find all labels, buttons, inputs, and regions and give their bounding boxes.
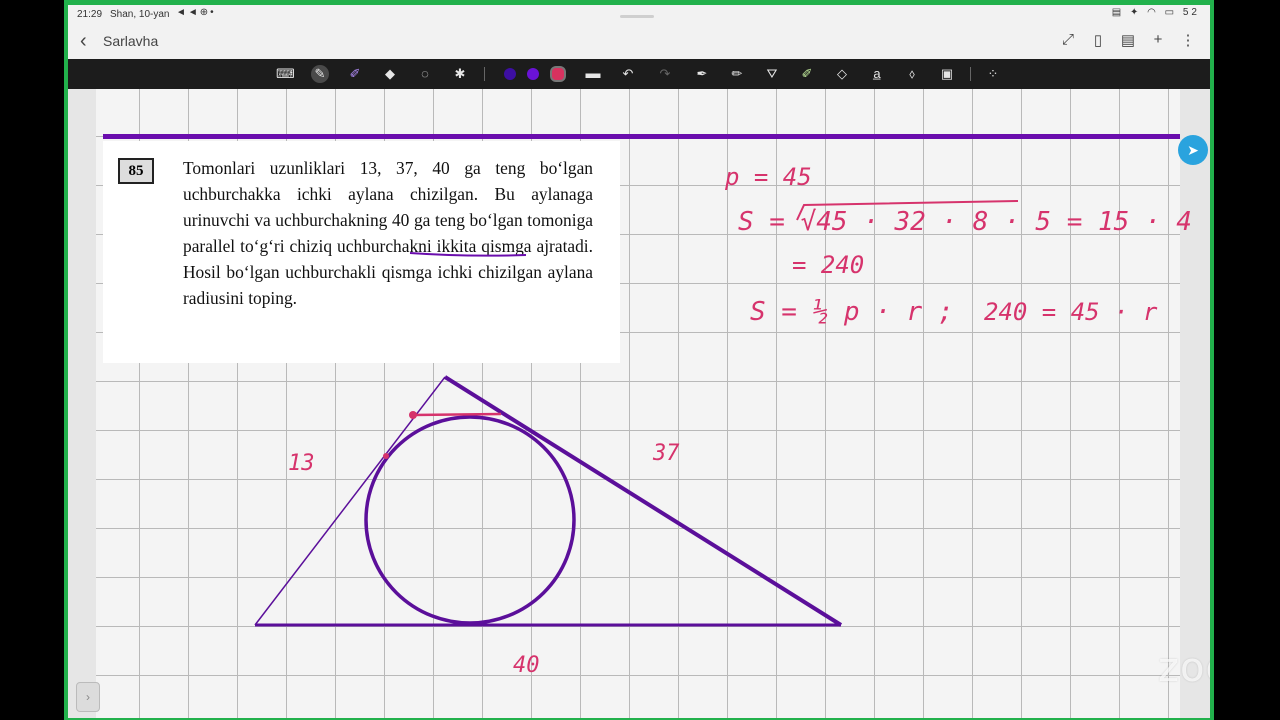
underline-stroke bbox=[409, 252, 527, 257]
tangent-point-dot bbox=[409, 411, 417, 419]
tangent-segment bbox=[412, 412, 502, 417]
label-side-40: 40 bbox=[513, 653, 540, 678]
telegram-icon[interactable]: ➤ bbox=[1178, 135, 1208, 165]
ink-layer: p = 45 S = √45 · 32 · 8 · 5 = 15 · 4 · 4… bbox=[254, 163, 1210, 678]
formula-equation: 240 = 45 · r bbox=[984, 298, 1158, 326]
zoom-watermark: zoom bbox=[1158, 645, 1210, 691]
tablet-screen: 21:29 Shan, 10-yan ◄◄⊕• ▤ ✦ ◠ ▭ 52 ‹ Sar… bbox=[68, 5, 1210, 718]
formula-area-pr: S = ½ p · r ; bbox=[750, 297, 954, 327]
formula-perimeter: p = 45 bbox=[724, 163, 812, 191]
label-side-37: 37 bbox=[652, 441, 680, 466]
sidebar-toggle-chevron-right-icon[interactable]: › bbox=[76, 682, 100, 712]
formula-area-result: = 240 bbox=[792, 251, 864, 279]
touch-point-dot bbox=[383, 453, 389, 459]
triangle-side-37 bbox=[443, 375, 843, 627]
incircle bbox=[364, 415, 576, 625]
label-side-13: 13 bbox=[288, 451, 315, 476]
formula-area-heron: S = √45 · 32 · 8 · 5 = 15 · 4 · 4 = bbox=[738, 207, 1210, 237]
